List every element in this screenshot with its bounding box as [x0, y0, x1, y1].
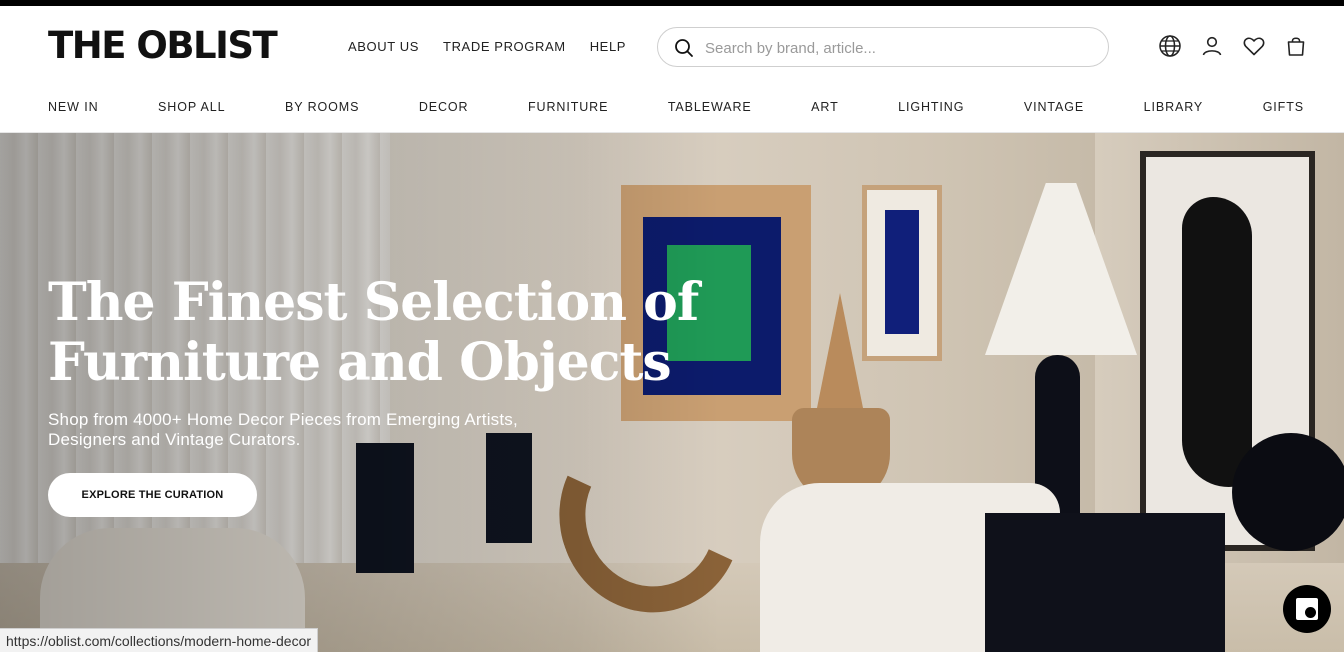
hero-title-line: The Finest Selection of [48, 272, 699, 333]
category-shop-all[interactable]: SHOP ALL [158, 100, 225, 114]
category-art[interactable]: ART [811, 100, 838, 114]
category-lighting[interactable]: LIGHTING [898, 100, 964, 114]
category-library[interactable]: LIBRARY [1144, 100, 1204, 114]
hero-image-side-table [985, 513, 1225, 652]
category-vintage[interactable]: VINTAGE [1024, 100, 1084, 114]
category-furniture[interactable]: FURNITURE [528, 100, 608, 114]
globe-icon[interactable] [1158, 34, 1182, 58]
chat-icon [1296, 598, 1318, 620]
account-icon[interactable] [1200, 34, 1224, 58]
explore-curation-button[interactable]: EXPLORE THE CURATION [48, 473, 257, 517]
hero-subtitle: Shop from 4000+ Home Decor Pieces from E… [48, 410, 518, 449]
header-icons [1158, 34, 1308, 58]
category-tableware[interactable]: TABLEWARE [668, 100, 752, 114]
category-decor[interactable]: DECOR [419, 100, 469, 114]
site-header: THE OBLIST ABOUT US TRADE PROGRAM HELP S… [0, 6, 1344, 133]
hero-banner: The Finest Selection of Furniture and Ob… [0, 133, 1344, 652]
wishlist-heart-icon[interactable] [1242, 34, 1266, 58]
nav-help[interactable]: HELP [590, 39, 626, 54]
link-status-url: https://oblist.com/collections/modern-ho… [0, 628, 319, 652]
category-by-rooms[interactable]: BY ROOMS [285, 100, 359, 114]
hero-image-cone-sculpture [816, 293, 864, 413]
search-bar[interactable] [657, 27, 1109, 67]
hero-title: The Finest Selection of Furniture and Ob… [48, 272, 699, 393]
nav-trade-program[interactable]: TRADE PROGRAM [443, 39, 566, 54]
site-logo[interactable]: THE OBLIST [48, 27, 278, 64]
utility-nav: ABOUT US TRADE PROGRAM HELP [348, 39, 626, 54]
category-gifts[interactable]: GIFTS [1263, 100, 1304, 114]
category-new-in[interactable]: NEW IN [48, 100, 99, 114]
search-icon[interactable] [674, 38, 694, 58]
shopping-bag-icon[interactable] [1284, 34, 1308, 58]
category-nav: NEW IN SHOP ALL BY ROOMS DECOR FURNITURE… [48, 100, 1304, 114]
hero-image-artwork-small [862, 185, 942, 361]
hero-image-sphere [1232, 433, 1344, 551]
search-input[interactable] [705, 36, 1095, 60]
chat-widget-button[interactable] [1283, 585, 1331, 633]
hero-title-line: Furniture and Objects [48, 332, 672, 393]
nav-about-us[interactable]: ABOUT US [348, 39, 419, 54]
